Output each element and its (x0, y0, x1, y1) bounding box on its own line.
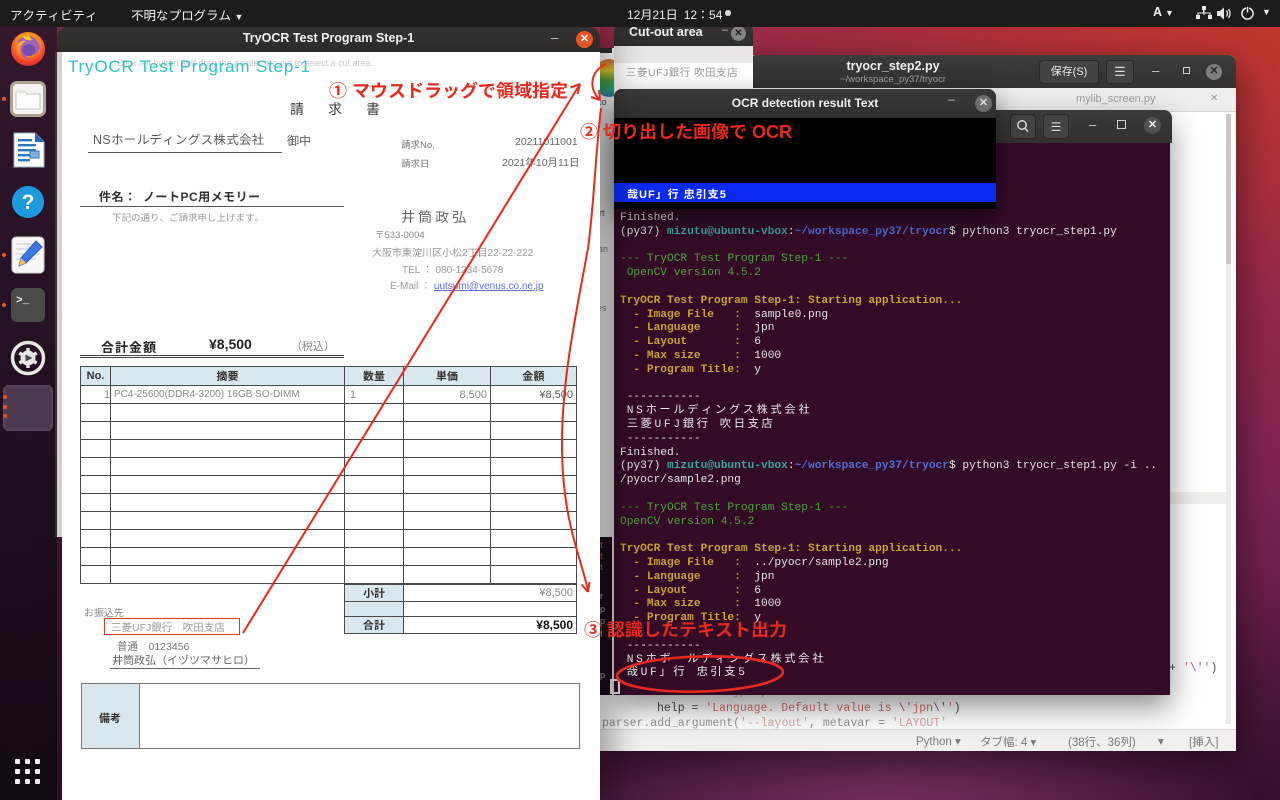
svg-text:>_: >_ (16, 295, 30, 307)
svg-text:?: ? (22, 191, 35, 214)
